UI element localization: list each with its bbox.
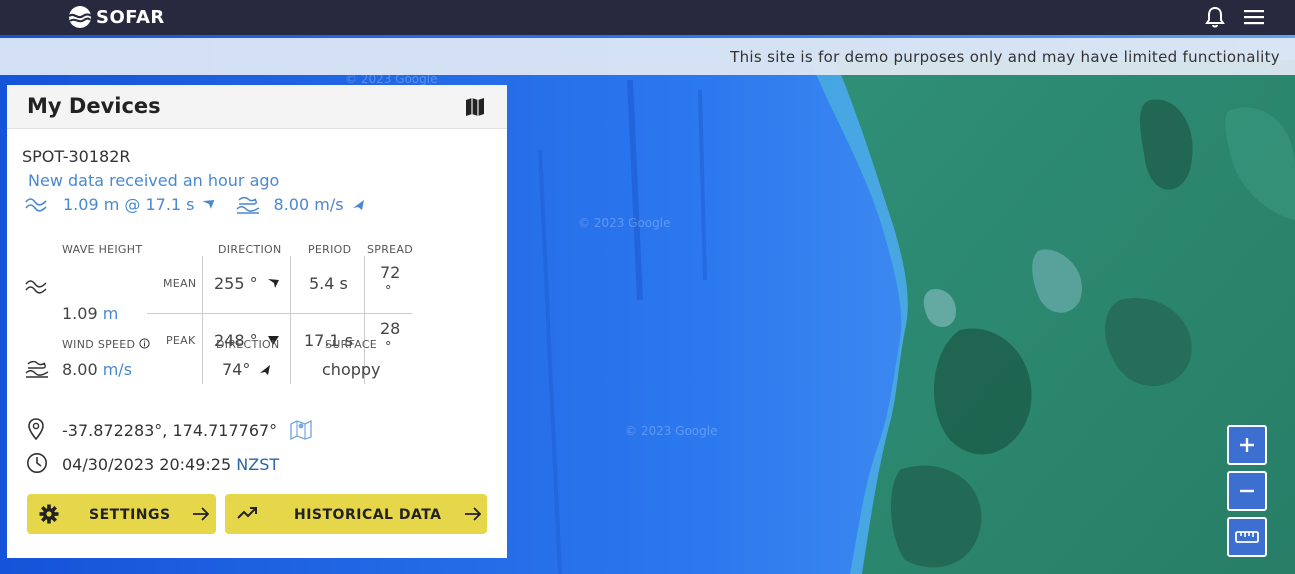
wave-direction-arrow-icon: [201, 200, 214, 209]
wave-icon: [25, 198, 47, 212]
measure-ruler-button[interactable]: [1227, 517, 1267, 557]
demo-banner-text: This site is for demo purposes only and …: [730, 48, 1280, 66]
demo-banner: This site is for demo purposes only and …: [0, 38, 1295, 75]
device-summary: 1.09 m @ 17.1 s 8.00 m/s: [25, 193, 366, 215]
row-peak-label: PEAK: [166, 334, 196, 347]
info-icon[interactable]: [139, 338, 150, 349]
bell-icon[interactable]: [1203, 6, 1227, 28]
wind-direction-arrow-icon: [260, 365, 271, 375]
last-update-timestamp: 04/30/2023 20:49:25 NZST: [62, 455, 280, 474]
col-wave-height: WAVE HEIGHT: [62, 243, 143, 256]
map-watermark: © 2023 Google: [578, 216, 671, 230]
row-mean-label: MEAN: [163, 277, 197, 290]
peak-spread-value: 28: [380, 319, 401, 338]
ruler-icon: [1235, 531, 1259, 543]
surface-value: choppy: [322, 360, 381, 379]
trending-up-icon: [237, 507, 257, 519]
panel-title: My Devices: [27, 94, 161, 118]
plus-icon: [1240, 438, 1254, 452]
minus-icon: [1240, 489, 1254, 493]
wind-speed-value: 8.00 m/s: [62, 360, 133, 379]
col-period: PERIOD: [308, 243, 352, 256]
col-wind-direction: DIRECTION: [216, 338, 280, 351]
clock-icon: [27, 453, 47, 473]
gear-icon: [39, 504, 59, 524]
summary-wind: 8.00 m/s: [273, 194, 344, 214]
table-divider: [147, 313, 412, 314]
summary-wave: 1.09 m @ 17.1 s: [63, 194, 195, 214]
device-name[interactable]: SPOT-30182R: [22, 147, 131, 166]
map-watermark: © 2023 Google: [625, 424, 718, 438]
arrow-right-icon: [193, 507, 210, 521]
wind-direction-value: 74°: [222, 360, 272, 379]
map-view-icon[interactable]: [465, 97, 485, 117]
historical-data-button-label: HISTORICAL DATA: [294, 507, 442, 523]
col-direction: DIRECTION: [218, 243, 282, 256]
mean-direction: 255 °: [214, 274, 280, 293]
wind-wave-icon: [25, 360, 49, 378]
wave-height-value: 1.09 m: [62, 304, 119, 323]
open-in-map-icon[interactable]: [290, 418, 312, 440]
peak-spread-unit: °: [385, 340, 392, 355]
col-wind-speed: WIND SPEED: [62, 338, 150, 351]
col-spread: SPREAD: [367, 243, 414, 256]
location-pin-icon: [28, 418, 44, 440]
table-divider: [290, 256, 291, 384]
hamburger-menu-icon[interactable]: [1242, 6, 1266, 28]
settings-button-label: SETTINGS: [89, 507, 171, 523]
device-status: New data received an hour ago: [28, 171, 280, 190]
top-navigation-bar: SOFAR: [0, 0, 1295, 35]
zoom-in-button[interactable]: [1227, 425, 1267, 465]
settings-button[interactable]: SETTINGS: [27, 494, 216, 534]
my-devices-panel: My Devices SPOT-30182R New data received…: [7, 85, 507, 558]
wave-icon: [25, 280, 47, 294]
zoom-out-button[interactable]: [1227, 471, 1267, 511]
table-divider: [202, 256, 203, 384]
wind-wave-icon: [235, 196, 259, 214]
mean-spread-unit: °: [385, 284, 392, 299]
mean-period: 5.4 s: [309, 274, 348, 293]
panel-header: My Devices: [7, 85, 507, 129]
logo-text: SOFAR: [96, 6, 165, 28]
sofar-logo-icon: [68, 6, 92, 28]
arrow-right-icon: [465, 507, 482, 521]
mean-spread-value: 72: [380, 263, 401, 282]
mean-direction-arrow-icon: [267, 279, 279, 288]
wind-direction-arrow-icon: [352, 200, 364, 210]
historical-data-button[interactable]: HISTORICAL DATA: [225, 494, 487, 534]
sofar-logo[interactable]: SOFAR: [68, 3, 165, 31]
device-coordinates: -37.872283°, 174.717767°: [62, 421, 278, 440]
col-surface: SURFACE: [325, 338, 378, 351]
